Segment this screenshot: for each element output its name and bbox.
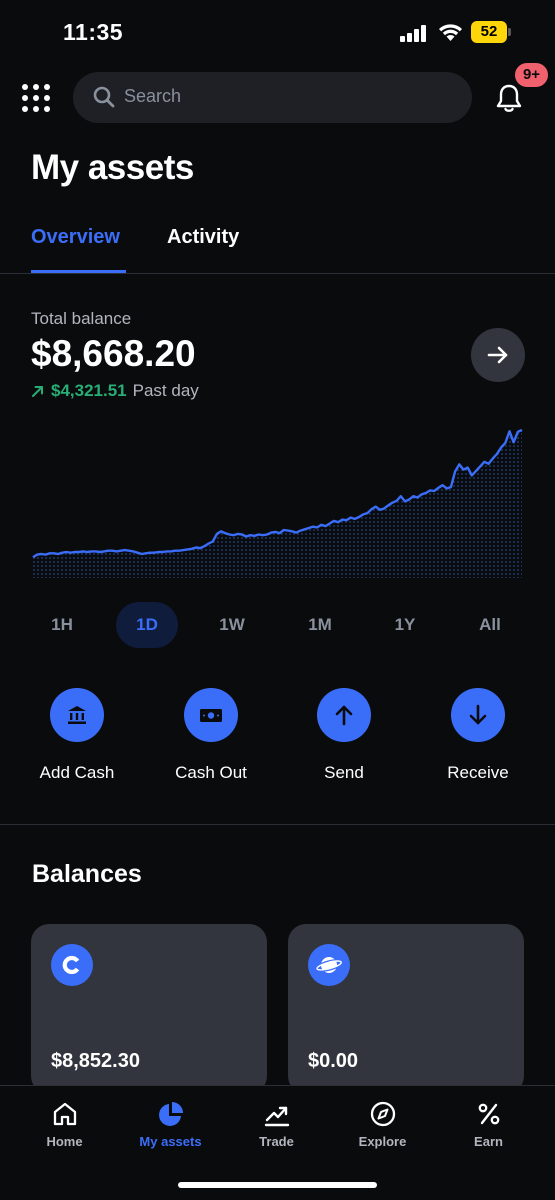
balance-change: $4,321.51 Past day [31, 381, 199, 401]
page-title: My assets [31, 148, 194, 187]
nav-my-assets-label: My assets [139, 1134, 202, 1149]
notification-badge: 9+ [512, 60, 551, 90]
send-circle [317, 688, 371, 742]
range-1w[interactable]: 1W [204, 602, 260, 648]
arrow-right-icon [487, 346, 508, 364]
compass-icon [370, 1101, 396, 1127]
range-1y[interactable]: 1Y [377, 602, 433, 648]
cash-icon [200, 709, 222, 722]
apps-grid-icon[interactable] [22, 84, 50, 112]
range-1d[interactable]: 1D [116, 602, 178, 648]
range-1h[interactable]: 1H [34, 602, 90, 648]
tab-activity[interactable]: Activity [167, 226, 239, 249]
nav-trade[interactable]: Trade [221, 1086, 332, 1166]
add-cash-label: Add Cash [39, 763, 115, 782]
home-indicator [178, 1182, 377, 1188]
arrow-up-icon [335, 705, 353, 726]
nav-trade-label: Trade [259, 1134, 294, 1149]
total-balance-value: $8,668.20 [31, 333, 196, 374]
receive-label: Receive [447, 763, 509, 782]
pie-chart-icon [159, 1102, 183, 1126]
nav-explore[interactable]: Explore [327, 1086, 438, 1166]
wifi-icon [439, 24, 462, 41]
percent-icon [478, 1103, 500, 1125]
range-all[interactable]: All [461, 602, 519, 648]
tab-overview[interactable]: Overview [31, 226, 120, 249]
nav-earn[interactable]: Earn [433, 1086, 544, 1166]
cash-out-label: Cash Out [175, 763, 247, 782]
arrow-down-icon [469, 704, 487, 725]
nav-explore-label: Explore [358, 1134, 407, 1149]
cash-out-circle [184, 688, 238, 742]
balances-title: Balances [32, 860, 142, 888]
change-value: $4,321.51 [51, 381, 127, 400]
change-period: Past day [132, 381, 199, 400]
coinbase-icon [51, 944, 93, 986]
send-button[interactable]: Send [284, 688, 404, 788]
receive-circle [451, 688, 505, 742]
receive-button[interactable]: Receive [418, 688, 538, 788]
search-placeholder: Search [124, 86, 182, 106]
balance-card-coinbase[interactable]: $8,852.30 [31, 924, 267, 1094]
chart-area-fill [33, 430, 522, 578]
total-balance-label: Total balance [31, 309, 132, 328]
card-amount: $0.00 [308, 1050, 359, 1072]
search-input[interactable]: Search [73, 72, 472, 123]
bank-icon [68, 706, 86, 724]
nav-earn-label: Earn [474, 1134, 503, 1149]
trend-icon [264, 1106, 290, 1127]
balance-card-planet[interactable]: $0.00 [288, 924, 524, 1094]
status-bar: 11:35 52 [0, 0, 555, 62]
range-1m[interactable]: 1M [291, 602, 349, 648]
time-range-selector: 1H 1D 1W 1M 1Y All [0, 602, 555, 648]
status-time: 11:35 [63, 19, 124, 45]
card-amount: $8,852.30 [51, 1050, 140, 1072]
nav-home[interactable]: Home [9, 1086, 120, 1166]
send-label: Send [324, 763, 364, 782]
tab-divider [0, 273, 555, 274]
cash-out-button[interactable]: Cash Out [151, 688, 271, 788]
search-icon [93, 86, 115, 108]
balance-details-button[interactable] [471, 328, 525, 382]
battery-icon: 52 [471, 21, 511, 43]
add-cash-circle [50, 688, 104, 742]
section-divider [0, 824, 555, 825]
nav-my-assets[interactable]: My assets [115, 1086, 226, 1166]
balance-chart[interactable] [0, 420, 555, 590]
planet-icon [308, 944, 350, 986]
add-cash-button[interactable]: Add Cash [17, 688, 137, 788]
nav-home-label: Home [46, 1134, 83, 1149]
arrow-up-right-icon [32, 386, 43, 397]
battery-level: 52 [471, 21, 507, 43]
cellular-signal-icon [400, 24, 428, 42]
home-icon [53, 1102, 77, 1126]
